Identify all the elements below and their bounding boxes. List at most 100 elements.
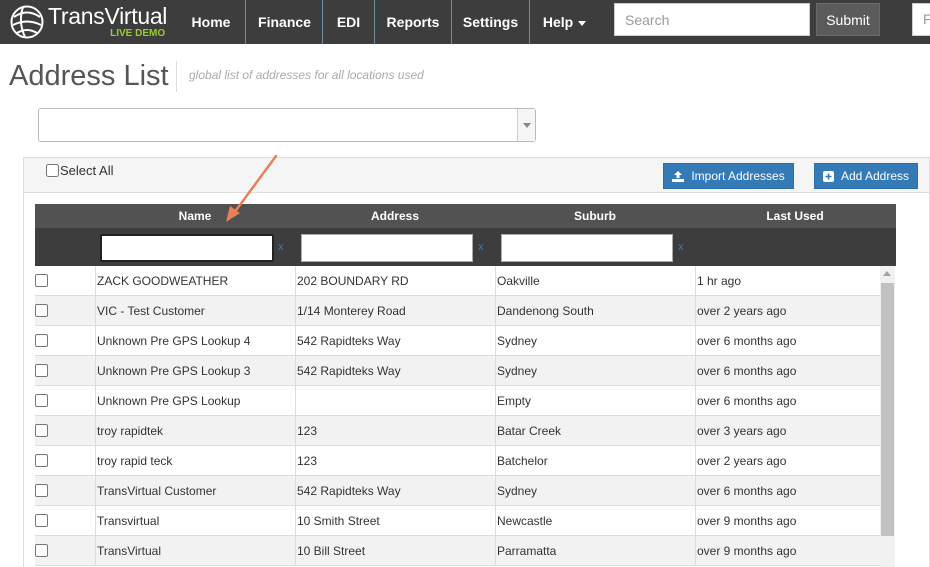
page-title: Address List: [9, 60, 169, 92]
nav-item-home-main-label: Home: [191, 14, 231, 30]
name-filter-input[interactable]: [100, 234, 274, 262]
cell-name: Unknown Pre GPS Lookup 4: [95, 326, 295, 356]
table-row[interactable]: VIC - Test Customer 1/14 Monterey Road Dan…: [35, 296, 880, 326]
cell-name: VIC - Test Customer: [95, 296, 295, 326]
add-address-button[interactable]: Add Address: [814, 163, 918, 189]
nav-item-help[interactable]: Help: [529, 0, 599, 44]
column-header-address[interactable]: Address: [295, 204, 495, 228]
select-all-label: Select All: [60, 163, 114, 178]
row-checkbox[interactable]: [35, 424, 48, 437]
cell-last-used: over 6 months ago: [695, 476, 880, 506]
cell-address: 123: [295, 416, 495, 446]
cell-address: 1/14 Monterey Road: [295, 296, 495, 326]
cell-address: 123: [295, 446, 495, 476]
cell-address: 542 Rapidteks Way: [295, 476, 495, 506]
cell-last-used: over 2 years ago: [695, 446, 880, 476]
brand-name: TransVirtual: [48, 3, 168, 29]
table-row[interactable]: Unknown Pre GPS Lookup 3 542 Rapidteks Wa…: [35, 356, 880, 386]
nav-item-home-main[interactable]: Home: [177, 0, 245, 44]
cell-suburb: Oakville: [495, 266, 695, 296]
row-checkbox[interactable]: [35, 334, 48, 347]
nav-item-edi[interactable]: EDI: [322, 0, 374, 44]
row-checkbox[interactable]: [35, 484, 48, 497]
cell-last-used: 1 hr ago: [695, 266, 880, 296]
row-checkbox[interactable]: [35, 274, 48, 287]
row-checkbox[interactable]: [35, 514, 48, 527]
cell-address: 542 Rapidteks Way: [295, 326, 495, 356]
cell-suburb: Sydney: [495, 356, 695, 386]
row-checkbox[interactable]: [35, 364, 48, 377]
brand-tagline: LIVE DEMO: [110, 28, 166, 39]
nav-item-edi-label: EDI: [336, 14, 361, 30]
caret-down-icon: [578, 20, 587, 26]
column-header-last-used[interactable]: Last Used: [695, 204, 895, 228]
select-all-checkbox[interactable]: [46, 164, 59, 177]
cell-suburb: Newcastle: [495, 506, 695, 536]
cell-suburb: Batar Creek: [495, 416, 695, 446]
import-addresses-label: Import Addresses: [691, 169, 785, 183]
address-filter-input[interactable]: [301, 234, 473, 262]
suburb-filter-input[interactable]: [501, 234, 673, 262]
row-checkbox[interactable]: [35, 544, 48, 557]
cell-suburb: Dandenong South: [495, 296, 695, 326]
cell-last-used: over 6 months ago: [695, 326, 880, 356]
table-row[interactable]: troy rapidtek 123 Batar Creek over 3 years …: [35, 416, 880, 446]
column-header-suburb[interactable]: Suburb: [495, 204, 695, 228]
chevron-down-icon: [522, 122, 531, 128]
select-all[interactable]: Select All: [46, 163, 113, 178]
cell-name: troy rapidtek: [95, 416, 295, 446]
cell-name: TransVirtual: [95, 536, 295, 566]
nav-item-help-label: Help: [542, 14, 574, 30]
cell-last-used: over 3 years ago: [695, 416, 880, 446]
plus-square-icon: [822, 170, 834, 182]
location-select[interactable]: [38, 108, 536, 142]
cell-suburb: Sydney: [495, 476, 695, 506]
cell-suburb: Parramatta: [495, 536, 695, 566]
submit-button[interactable]: Submit: [816, 3, 880, 36]
cell-suburb: Sydney: [495, 326, 695, 356]
select-toggle[interactable]: [517, 109, 535, 141]
page-subtitle: global list of addresses for all locatio…: [189, 68, 424, 82]
cell-last-used: over 9 months ago: [695, 506, 880, 536]
secondary-search-input[interactable]: F: [912, 3, 930, 36]
cell-name: ZACK GOODWEATHER: [95, 266, 295, 296]
row-checkbox[interactable]: [35, 394, 48, 407]
scroll-thumb[interactable]: [881, 283, 894, 536]
column-header-name[interactable]: Name: [95, 204, 295, 228]
cell-last-used: over 2 years ago: [695, 296, 880, 326]
nav-item-finance[interactable]: Finance: [245, 0, 323, 44]
cell-name: TransVirtual Customer: [95, 476, 295, 506]
import-addresses-button[interactable]: Import Addresses: [663, 163, 794, 189]
table-row[interactable]: troy rapid teck 123 Batchelor over 2 years …: [35, 446, 880, 476]
scroll-up-arrow-icon[interactable]: [883, 271, 891, 276]
table-row[interactable]: TransVirtual 10 Bill Street Parramatta over…: [35, 536, 880, 566]
nav-item-settings[interactable]: Settings: [451, 0, 529, 44]
row-checkbox[interactable]: [35, 304, 48, 317]
table-row[interactable]: Unknown Pre GPS Lookup 4 542 Rapidteks Wa…: [35, 326, 880, 356]
cell-address: 542 Rapidteks Way: [295, 356, 495, 386]
cell-last-used: over 6 months ago: [695, 386, 880, 416]
cell-name: Unknown Pre GPS Lookup: [95, 386, 295, 416]
add-address-label: Add Address: [840, 169, 910, 183]
nav-item-reports[interactable]: Reports: [374, 0, 451, 44]
cell-suburb: Batchelor: [495, 446, 695, 476]
cell-address: 202 BOUNDARY RD: [295, 266, 495, 296]
table-row[interactable]: ZACK GOODWEATHER 202 BOUNDARY RD Oakville 1…: [35, 266, 880, 296]
filter-row: x x x: [35, 228, 896, 266]
cell-address: [295, 386, 495, 416]
address-filter-clear[interactable]: x: [478, 241, 484, 253]
row-checkbox[interactable]: [35, 454, 48, 467]
cell-address: 10 Smith Street: [295, 506, 495, 536]
suburb-filter-clear[interactable]: x: [678, 241, 684, 253]
cell-address: 10 Bill Street: [295, 536, 495, 566]
name-filter-clear[interactable]: x: [278, 241, 284, 253]
table-scrollbar[interactable]: [880, 266, 895, 567]
table-row[interactable]: Transvirtual 10 Smith Street Newcastle over…: [35, 506, 880, 536]
cell-suburb: Empty: [495, 386, 695, 416]
cell-last-used: over 6 months ago: [695, 356, 880, 386]
table-row[interactable]: TransVirtual Customer 542 Rapidteks Way Sy…: [35, 476, 880, 506]
table-row[interactable]: Unknown Pre GPS Lookup Empty over 6 months…: [35, 386, 880, 416]
upload-icon: [672, 170, 685, 182]
search-input[interactable]: [614, 3, 810, 36]
panel-toolbar: Select All Import Addresses Add Address: [24, 158, 929, 193]
